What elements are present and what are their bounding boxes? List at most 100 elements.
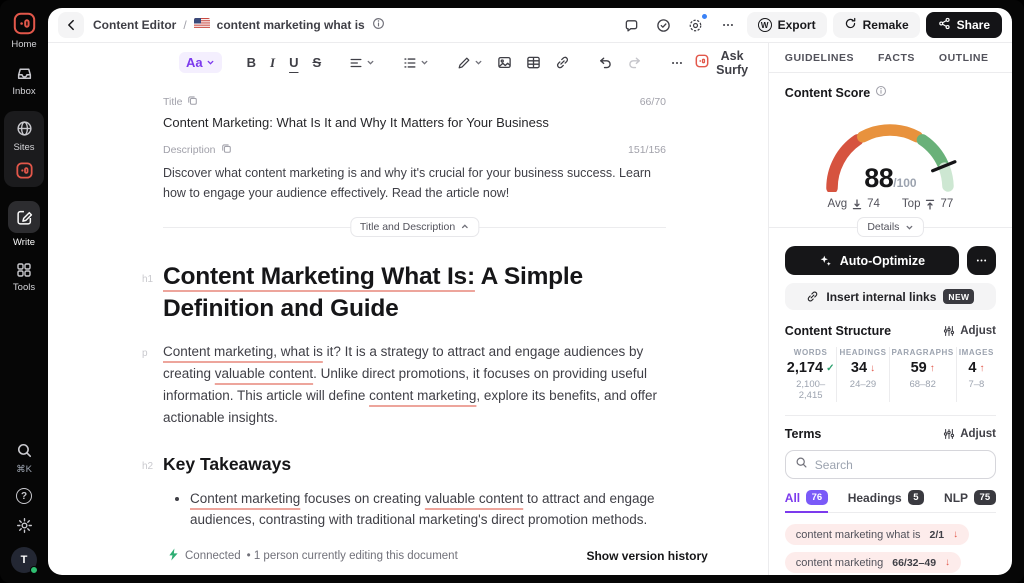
gauge-segment-green	[923, 140, 944, 164]
key-takeaways-heading[interactable]: Key Takeaways	[163, 454, 666, 475]
info-icon[interactable]	[372, 17, 385, 33]
terms-label: Terms	[785, 427, 822, 441]
connected-status: Connected	[185, 550, 241, 562]
image-button[interactable]	[494, 53, 515, 72]
nav-write[interactable]	[8, 201, 40, 233]
title-field[interactable]: Content Marketing: What Is It and Why It…	[163, 115, 666, 130]
term-highlight: Content marketing, what is	[163, 344, 323, 359]
terms-tab-headings[interactable]: Headings 5	[848, 490, 924, 512]
nav-tools-label: Tools	[13, 282, 35, 293]
stat-words: WORDS 2,174✓ 2,100–2,415	[785, 347, 837, 402]
comments-button[interactable]	[619, 12, 645, 38]
new-badge: NEW	[943, 289, 974, 304]
sites-globe-icon[interactable]	[16, 120, 33, 137]
block-marker-p: p	[142, 348, 148, 359]
terms-adjust-button[interactable]: Adjust	[943, 428, 996, 440]
export-button[interactable]: W Export	[747, 12, 827, 38]
term-pill[interactable]: content marketing 66/32–49 ↓	[785, 552, 961, 573]
nav-write-label: Write	[13, 237, 35, 248]
term-highlight: Content marketing	[190, 491, 300, 506]
terms-tab-nlp[interactable]: NLP 75	[944, 490, 996, 512]
site-surfer-icon[interactable]	[16, 162, 33, 179]
breadcrumb-section[interactable]: Content Editor	[93, 18, 176, 32]
top-label: Top	[902, 198, 921, 210]
user-avatar[interactable]: T	[11, 547, 37, 573]
down-arrow-icon: ↓	[945, 557, 950, 568]
document-title: content marketing what is	[217, 18, 365, 32]
down-arrow-icon: ↓	[953, 529, 958, 540]
bold-button[interactable]: B	[244, 53, 259, 72]
score-details-button[interactable]: Details	[857, 217, 923, 237]
underline-button[interactable]: U	[286, 53, 301, 72]
gauge-segment-orange	[863, 130, 917, 137]
pen-dropdown[interactable]	[454, 54, 486, 72]
copy-title-icon[interactable]	[187, 95, 198, 109]
list-dropdown[interactable]	[400, 54, 432, 72]
terms-search-input[interactable]	[815, 458, 986, 472]
description-char-count: 151/156	[628, 144, 666, 156]
content-structure-label: Content Structure	[785, 324, 891, 338]
score-info-icon[interactable]	[875, 85, 887, 100]
top-value: 77	[940, 198, 953, 210]
share-button[interactable]: Share	[926, 12, 1002, 38]
search-icon	[795, 456, 808, 474]
tab-facts[interactable]: FACTS	[878, 43, 915, 72]
tab-guidelines[interactable]: GUIDELINES	[785, 43, 854, 72]
write-pen-icon	[16, 209, 33, 226]
notification-dot	[701, 13, 708, 20]
score-benchmarks: Avg 74 Top 77	[785, 198, 996, 210]
headings-count-badge: 5	[908, 490, 924, 505]
block-marker-h2: h2	[142, 461, 153, 472]
insert-internal-links-button[interactable]: Insert internal links NEW	[785, 283, 996, 310]
nav-tools[interactable]: Tools	[13, 262, 35, 293]
tab-outline[interactable]: OUTLINE	[939, 43, 989, 72]
ask-surfy-button[interactable]: Ask Surfy	[695, 49, 748, 77]
description-field[interactable]: Discover what content marketing is and w…	[163, 163, 666, 204]
italic-button[interactable]: I	[267, 53, 278, 73]
undo-button[interactable]	[595, 53, 616, 72]
align-dropdown[interactable]	[346, 54, 378, 72]
content-score-value: 88	[864, 163, 893, 193]
toolbar-more-button[interactable]	[667, 54, 687, 72]
strikethrough-button[interactable]: S	[309, 53, 324, 72]
collapse-title-description-button[interactable]: Title and Description	[350, 217, 479, 237]
more-options-button[interactable]	[715, 12, 741, 38]
nav-home[interactable]: Home	[11, 12, 36, 50]
term-pill[interactable]: content marketing what is 2/1 ↓	[785, 524, 969, 545]
text-style-dropdown[interactable]: Aa	[179, 52, 222, 73]
sites-group: Sites	[4, 111, 44, 187]
search-icon[interactable]	[16, 442, 33, 459]
avatar-initial: T	[21, 554, 28, 566]
show-version-history-button[interactable]: Show version history	[586, 549, 707, 563]
main-window: Content Editor / content marketing what …	[48, 8, 1012, 575]
terms-tab-all[interactable]: All 76	[785, 490, 828, 512]
redo-button[interactable]	[624, 53, 645, 72]
down-arrow-indicator: ↓	[870, 363, 875, 374]
up-arrow-indicator: ↑	[979, 363, 984, 374]
nav-inbox[interactable]: Inbox	[12, 65, 35, 97]
help-icon[interactable]: ?	[16, 488, 32, 504]
article-h1[interactable]: Content Marketing What Is: A Simple Defi…	[163, 261, 666, 326]
tune-icon	[943, 325, 955, 337]
copy-description-icon[interactable]	[221, 143, 232, 157]
takeaway-item[interactable]: Content marketing focuses on creating va…	[190, 488, 666, 531]
check-circle-button[interactable]	[651, 12, 677, 38]
us-flag-icon	[194, 18, 210, 32]
topbar: Content Editor / content marketing what …	[48, 8, 1012, 43]
settings-icon[interactable]	[16, 517, 33, 534]
avg-icon	[852, 199, 862, 210]
title-field-label: Title	[163, 96, 182, 108]
block-marker-h1: h1	[142, 274, 153, 285]
surfy-icon	[695, 54, 709, 71]
intro-paragraph[interactable]: Content marketing, what is it? It is a s…	[163, 341, 666, 429]
editor-settings-button[interactable]	[683, 12, 709, 38]
breadcrumb-separator: /	[183, 18, 186, 32]
refresh-icon	[844, 17, 857, 33]
auto-optimize-button[interactable]: Auto-Optimize	[785, 246, 959, 275]
table-button[interactable]	[523, 53, 544, 72]
auto-optimize-more-button[interactable]	[967, 246, 996, 275]
remake-button[interactable]: Remake	[833, 12, 920, 38]
link-button[interactable]	[552, 53, 573, 72]
back-button[interactable]	[58, 12, 84, 38]
structure-adjust-button[interactable]: Adjust	[943, 325, 996, 337]
